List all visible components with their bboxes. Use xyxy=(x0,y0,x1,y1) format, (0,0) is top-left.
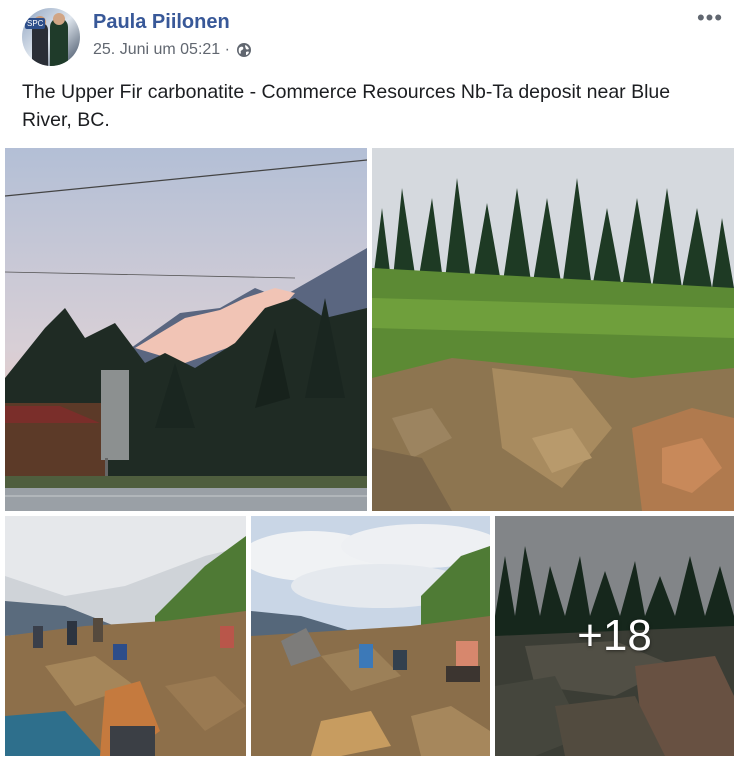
photo-5-forest-outcrop[interactable]: +18 xyxy=(495,516,734,756)
globe-icon[interactable] xyxy=(236,42,252,58)
more-photos-count[interactable]: +18 xyxy=(495,516,734,756)
facebook-post: SPC Paula Piilonen 25. Juni um 05:21 · •… xyxy=(0,0,737,764)
photo-1-mountain-sunset[interactable] xyxy=(5,148,367,511)
photo-2-outcrop-trench[interactable] xyxy=(372,148,734,511)
post-timestamp[interactable]: 25. Juni um 05:21 · xyxy=(93,41,230,59)
post-text: The Upper Fir carbonatite - Commerce Res… xyxy=(22,81,671,131)
author-avatar[interactable]: SPC xyxy=(22,8,80,66)
author-name[interactable]: Paula Piilonen xyxy=(93,11,230,34)
post-meta: 25. Juni um 05:21 · xyxy=(93,41,252,59)
avatar-person-right xyxy=(50,18,68,66)
avatar-head-right xyxy=(53,13,65,25)
photo-3-geologists-slope[interactable] xyxy=(5,516,246,756)
photo-4-group-resting[interactable] xyxy=(251,516,490,756)
avatar-logo: SPC xyxy=(25,18,46,29)
more-horizontal-icon[interactable]: ••• xyxy=(696,7,724,29)
